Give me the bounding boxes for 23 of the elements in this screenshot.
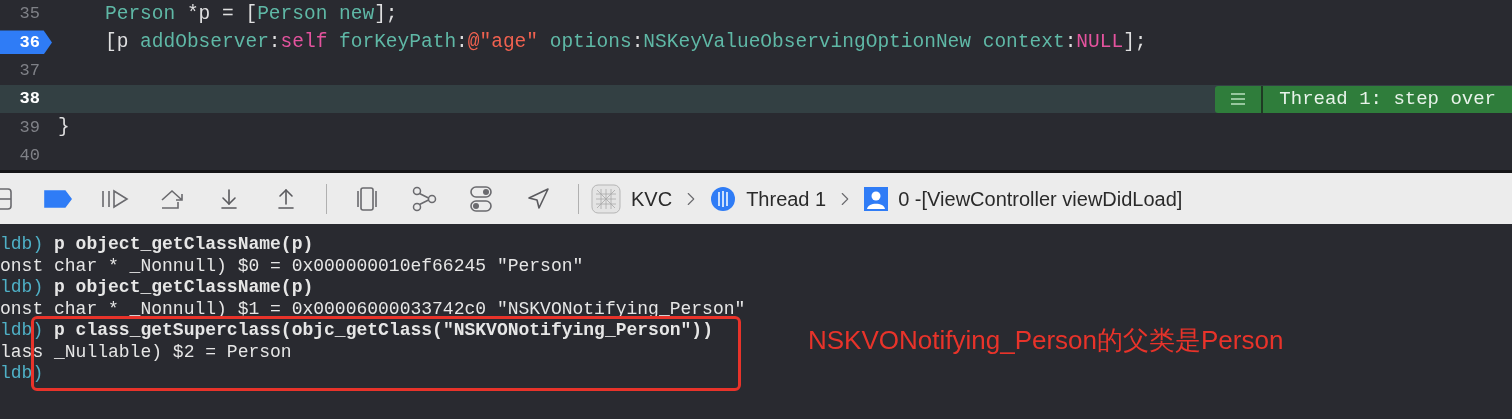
line-number: 35 xyxy=(18,3,41,26)
person-icon xyxy=(864,186,889,211)
console-command: ldb) p object_getClassName(p) xyxy=(0,276,314,300)
breadcrumb[interactable]: KVC xyxy=(591,183,673,214)
line-number: 37 xyxy=(18,60,41,82)
code-line: [p addObserver:self forKeyPath:@"age" options:NSKeyValueObservingOptionNew context:NULL]; xyxy=(104,29,1147,55)
code-line: } xyxy=(58,114,70,140)
app-icon xyxy=(591,183,621,214)
breadcrumb[interactable]: 0 -[ViewController viewDidLoad] xyxy=(864,183,1183,214)
thread-badge[interactable]: Thread 1: step over xyxy=(1215,85,1512,113)
thread-icon xyxy=(710,185,737,212)
console-output: onst char * _Nonnull) $1 = 0x00006000033742c0 "NSKVONotifying_Person" xyxy=(0,297,746,321)
console-output: onst char * _Nonnull) $0 = 0x000000010ef66245 "Person" xyxy=(0,254,584,278)
annotation-note: NSKVONotifying_Person的父类是Person xyxy=(808,324,1284,357)
line-number: 40 xyxy=(18,144,41,167)
line-number: 39 xyxy=(18,116,41,139)
console-command: ldb) p object_getClassName(p) xyxy=(0,233,314,257)
breadcrumb[interactable]: Thread 1 xyxy=(710,183,827,214)
breakpoint-line-number: 36 xyxy=(0,30,52,55)
badge-label: Thread 1: step over xyxy=(1278,86,1497,112)
line-number: 38 xyxy=(18,88,41,111)
code-line: Person *p = [Person new]; xyxy=(104,1,398,27)
menu-icon xyxy=(1231,93,1246,106)
